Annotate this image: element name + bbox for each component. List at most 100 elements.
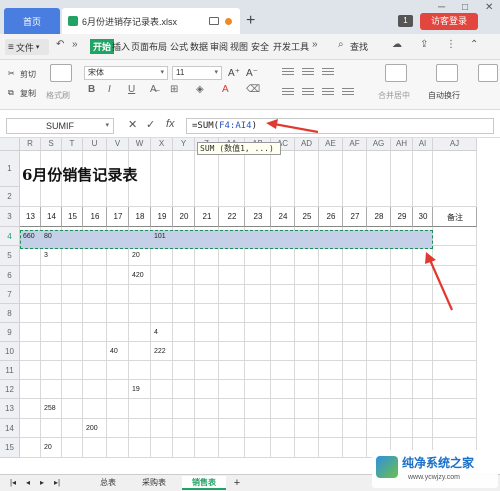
selected-range[interactable] (20, 230, 433, 249)
table-cell[interactable] (433, 304, 477, 323)
table-cell[interactable] (245, 438, 271, 458)
table-cell[interactable] (271, 246, 295, 266)
tab-home[interactable]: 开始 (90, 39, 115, 54)
table-cell[interactable] (433, 361, 477, 380)
table-cell[interactable] (367, 151, 391, 207)
more-tabs-button[interactable]: » (72, 39, 78, 50)
table-cell[interactable] (20, 323, 41, 342)
table-cell[interactable] (107, 266, 129, 285)
column-header[interactable]: T (62, 138, 83, 151)
table-cell[interactable] (219, 380, 245, 399)
table-cell[interactable] (245, 151, 271, 207)
table-cell[interactable] (413, 246, 433, 266)
search-icon[interactable]: ⌕ (338, 39, 344, 50)
maximize-button[interactable]: □ (462, 2, 468, 13)
table-cell[interactable] (413, 419, 433, 438)
table-cell[interactable] (173, 438, 195, 458)
table-cell[interactable] (62, 361, 83, 380)
document-tab[interactable]: 6月份进销存记录表.xlsx (62, 8, 240, 34)
table-cell[interactable] (295, 151, 319, 207)
table-cell[interactable] (20, 361, 41, 380)
table-cell[interactable] (151, 419, 173, 438)
table-cell[interactable] (173, 285, 195, 304)
table-cell[interactable] (20, 285, 41, 304)
table-cell[interactable] (20, 246, 41, 266)
table-cell[interactable] (20, 304, 41, 323)
table-cell[interactable] (271, 266, 295, 285)
table-cell[interactable] (295, 304, 319, 323)
table-cell[interactable] (391, 342, 413, 361)
close-button[interactable]: ✕ (485, 2, 493, 13)
underline-button[interactable]: U (128, 84, 135, 95)
table-cell[interactable] (195, 419, 219, 438)
table-cell[interactable] (173, 151, 195, 207)
sheet-tab-sales[interactable]: 销售表 (182, 476, 226, 490)
distributed-align-icon[interactable] (342, 88, 354, 98)
paste-icon[interactable] (50, 64, 72, 82)
table-cell[interactable] (219, 419, 245, 438)
insert-function-button[interactable]: fx (166, 118, 175, 130)
file-menu-button[interactable]: ≡ 文件 ▾ (5, 39, 49, 55)
table-cell[interactable] (295, 285, 319, 304)
table-cell[interactable] (41, 266, 62, 285)
table-cell[interactable] (173, 399, 195, 419)
column-header[interactable]: V (107, 138, 129, 151)
table-cell[interactable] (343, 323, 367, 342)
more-tabs-right-button[interactable]: » (312, 39, 318, 50)
table-cell[interactable] (151, 151, 173, 207)
table-cell[interactable] (319, 304, 343, 323)
table-cell[interactable] (195, 285, 219, 304)
table-cell[interactable] (343, 246, 367, 266)
table-cell[interactable] (83, 323, 107, 342)
align-left-icon[interactable] (282, 88, 294, 98)
column-header[interactable]: U (83, 138, 107, 151)
table-cell[interactable] (129, 285, 151, 304)
table-cell[interactable] (20, 342, 41, 361)
table-cell[interactable] (173, 304, 195, 323)
table-cell[interactable] (413, 342, 433, 361)
table-cell[interactable] (295, 438, 319, 458)
table-cell[interactable] (129, 361, 151, 380)
table-cell[interactable] (343, 361, 367, 380)
table-cell[interactable] (62, 438, 83, 458)
table-cell[interactable] (245, 323, 271, 342)
table-cell[interactable] (195, 323, 219, 342)
row-header[interactable]: 4 (0, 227, 20, 246)
table-cell[interactable] (195, 246, 219, 266)
table-cell[interactable] (129, 399, 151, 419)
table-cell[interactable] (271, 399, 295, 419)
table-cell[interactable] (129, 438, 151, 458)
next-sheet-icon[interactable]: ▸ (36, 476, 48, 490)
table-cell[interactable] (219, 323, 245, 342)
cut-button[interactable]: 剪切 (20, 69, 36, 80)
table-cell[interactable] (173, 323, 195, 342)
sheet-tab-purchase[interactable]: 采购表 (134, 476, 174, 490)
table-cell[interactable] (129, 323, 151, 342)
table-cell[interactable] (173, 380, 195, 399)
table-cell[interactable] (413, 323, 433, 342)
table-cell[interactable] (295, 399, 319, 419)
table-cell[interactable] (319, 246, 343, 266)
row-header[interactable]: 3 (0, 207, 20, 227)
table-cell[interactable] (271, 151, 295, 207)
collapse-ribbon-icon[interactable]: ⌃ (470, 39, 478, 50)
add-sheet-button[interactable]: + (230, 476, 244, 490)
table-cell[interactable] (319, 323, 343, 342)
table-cell[interactable] (367, 246, 391, 266)
copy-icon[interactable]: ⧉ (8, 88, 14, 98)
table-cell[interactable] (271, 323, 295, 342)
table-cell[interactable] (83, 438, 107, 458)
column-header[interactable]: AF (343, 138, 367, 151)
table-cell[interactable] (245, 266, 271, 285)
table-cell[interactable] (41, 380, 62, 399)
align-middle-icon[interactable] (302, 68, 314, 78)
column-header[interactable]: Y (173, 138, 195, 151)
merge-center-icon[interactable] (385, 64, 407, 82)
table-cell[interactable] (343, 266, 367, 285)
align-center-icon[interactable] (302, 88, 314, 98)
table-cell[interactable] (151, 399, 173, 419)
table-cell[interactable] (245, 419, 271, 438)
table-cell[interactable] (129, 304, 151, 323)
table-cell[interactable] (295, 380, 319, 399)
row-header[interactable]: 7 (0, 285, 20, 304)
